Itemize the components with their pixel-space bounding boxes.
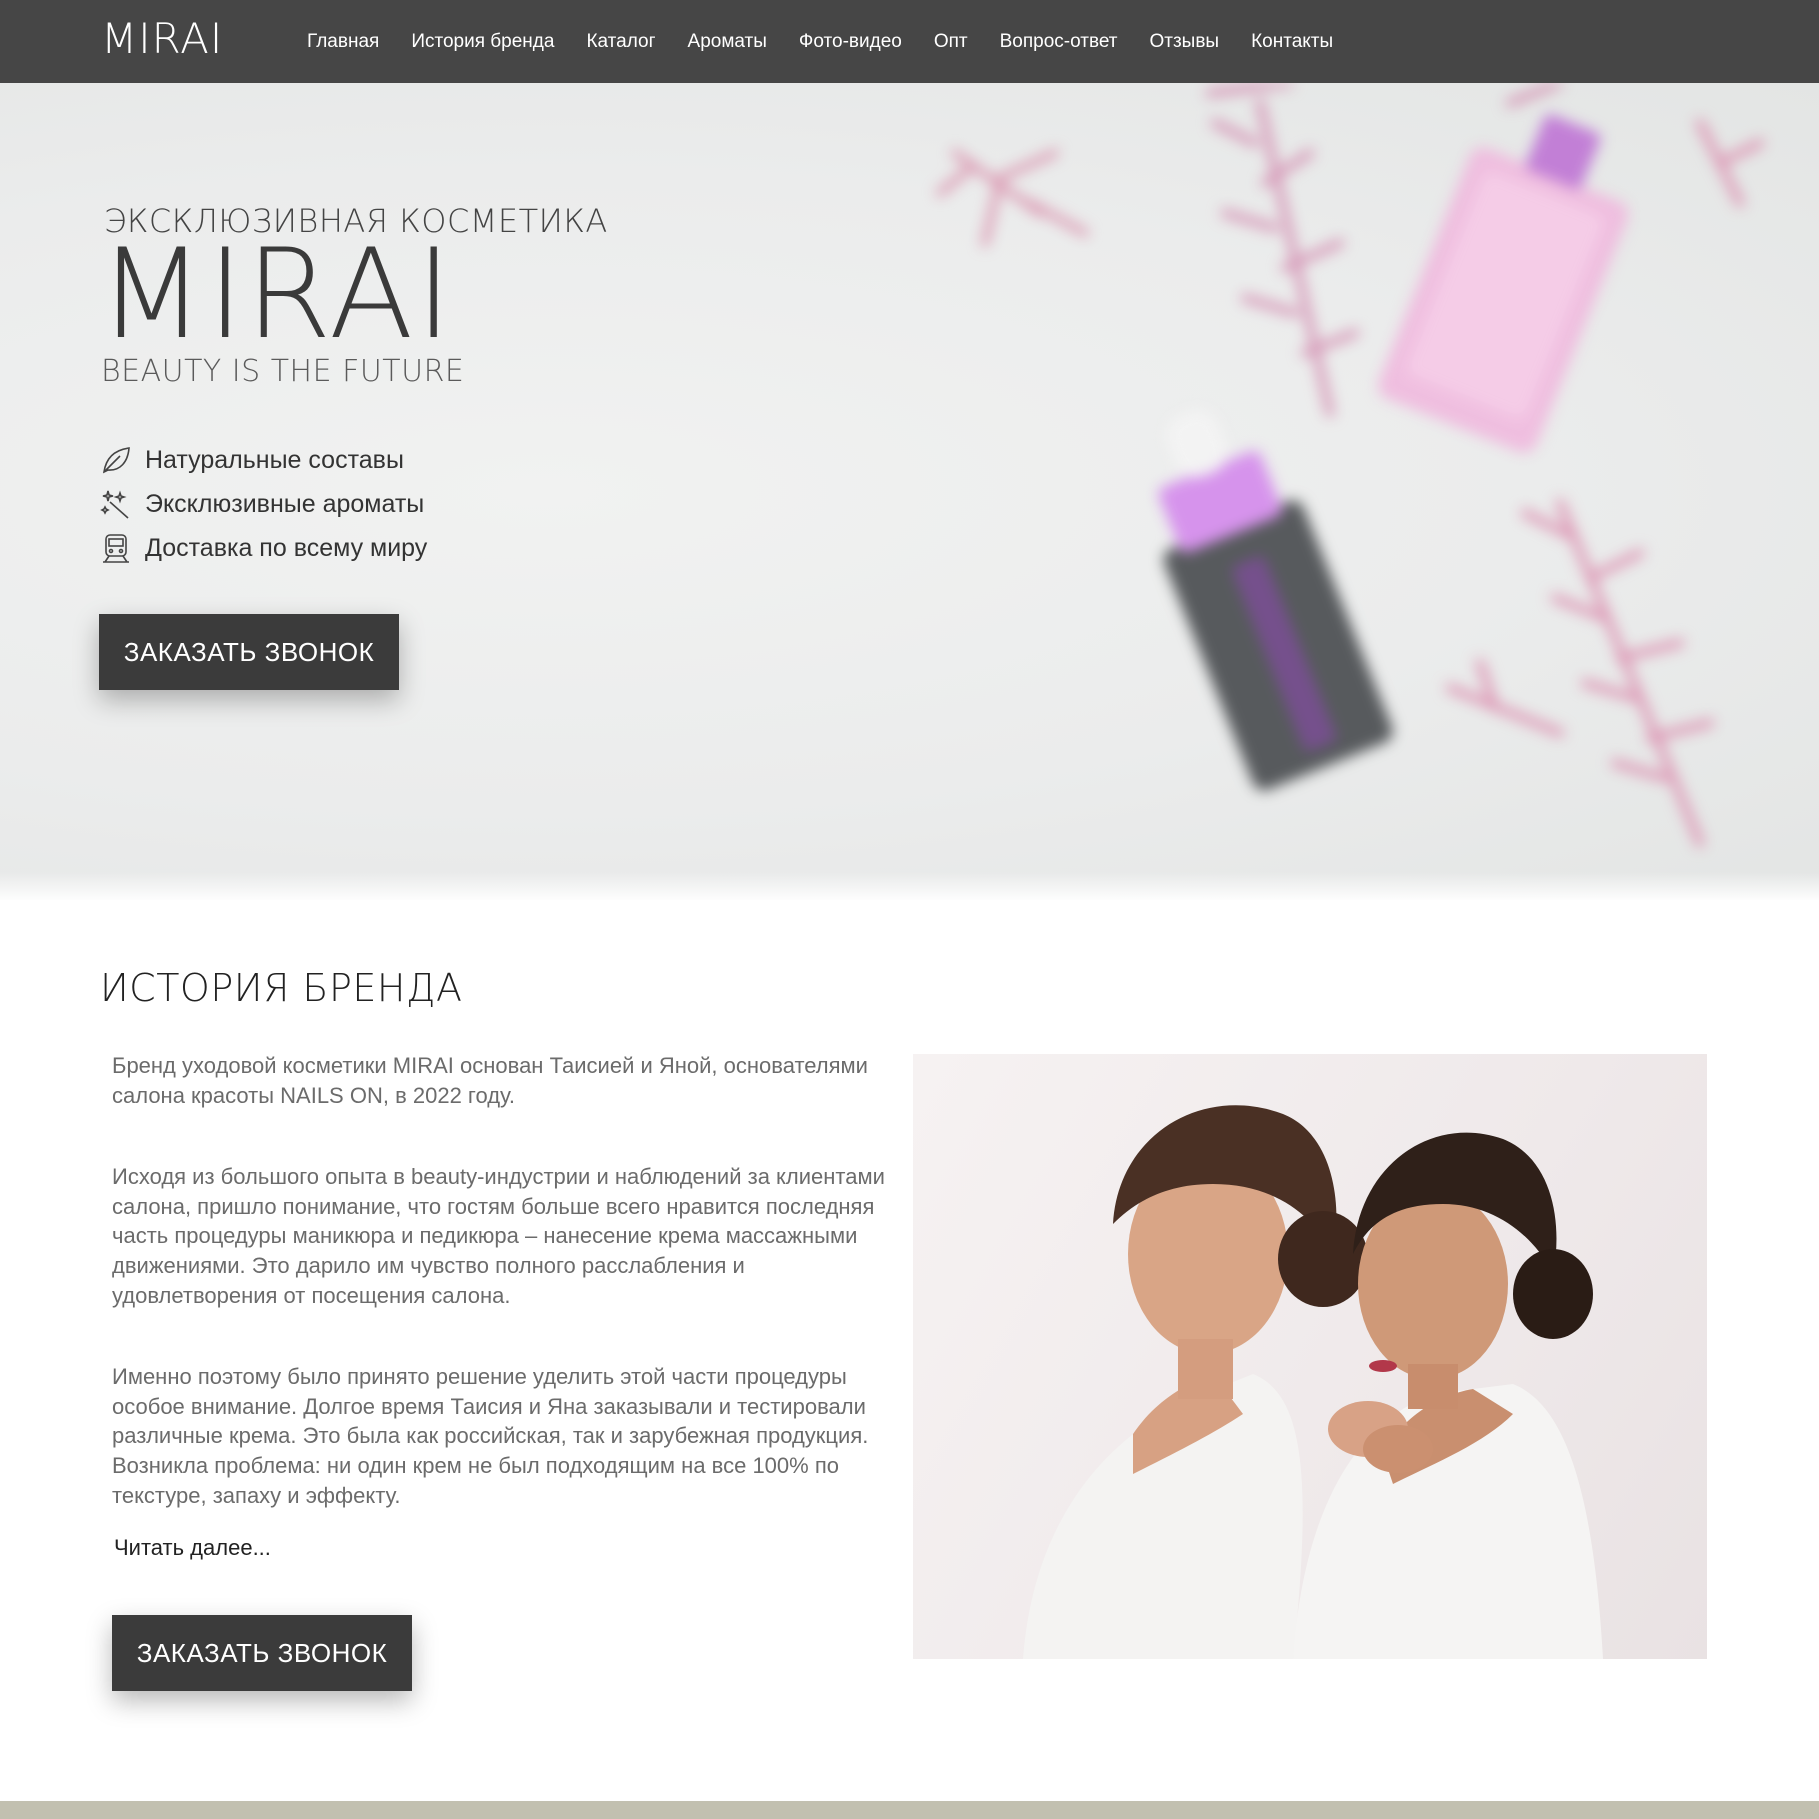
read-more-link[interactable]: Читать далее... [114,1535,271,1561]
history-order-call-button[interactable]: ЗАКАЗАТЬ ЗВОНОК [112,1615,412,1691]
nav-item-brand-history[interactable]: История бренда [411,31,554,53]
hero-bottom-fade [0,872,1819,900]
hero-tagline: BEAUTY IS THE FUTURE [101,354,465,389]
history-paragraph: Именно поэтому было принято решение удел… [112,1364,869,1508]
history-paragraph: Бренд уходовой косметики MIRAI основан Т… [112,1053,868,1108]
nav-item-faq[interactable]: Вопрос-ответ [1000,31,1118,53]
feature-fragrances: Эксклюзивные ароматы [99,482,427,526]
nav-item-home[interactable]: Главная [307,31,379,53]
feature-natural: Натуральные составы [99,438,427,482]
feature-delivery: Доставка по всему миру [99,526,427,570]
nav-item-fragrances[interactable]: Ароматы [688,31,767,53]
hero-order-call-button[interactable]: ЗАКАЗАТЬ ЗВОНОК [99,614,399,690]
nav-item-wholesale[interactable]: Опт [934,31,968,53]
hero-title: MIRAI [98,223,455,367]
feature-text: Эксклюзивные ароматы [145,489,425,518]
nav-menu: Главная История бренда Каталог Ароматы Ф… [307,0,1333,83]
founders-photo [913,1054,1707,1659]
train-icon [99,531,133,565]
history-paragraph: Исходя из большого опыта в beauty-индуст… [112,1164,885,1308]
sparkles-icon [99,487,133,521]
feature-text: Доставка по всему миру [145,533,428,562]
footer-strip [0,1801,1819,1819]
hero-features-list: Натуральные составы Эксклюзивные ароматы [99,438,427,570]
history-text: Бренд уходовой косметики MIRAI основан Т… [112,1051,902,1562]
nav-logo[interactable]: MIRAI [101,14,223,63]
nav-item-contacts[interactable]: Контакты [1251,31,1333,53]
leaf-icon [99,443,133,477]
top-navbar: MIRAI Главная История бренда Каталог Аро… [0,0,1819,83]
history-title: ИСТОРИЯ БРЕНДА [100,966,463,1010]
hero-section: ЭКСКЛЮЗИВНАЯ КОСМЕТИКА MIRAI BEAUTY IS T… [0,83,1819,900]
nav-item-reviews[interactable]: Отзывы [1149,31,1219,53]
nav-item-photo-video[interactable]: Фото-видео [799,31,902,53]
nav-item-catalog[interactable]: Каталог [586,31,655,53]
feature-text: Натуральные составы [145,445,404,474]
